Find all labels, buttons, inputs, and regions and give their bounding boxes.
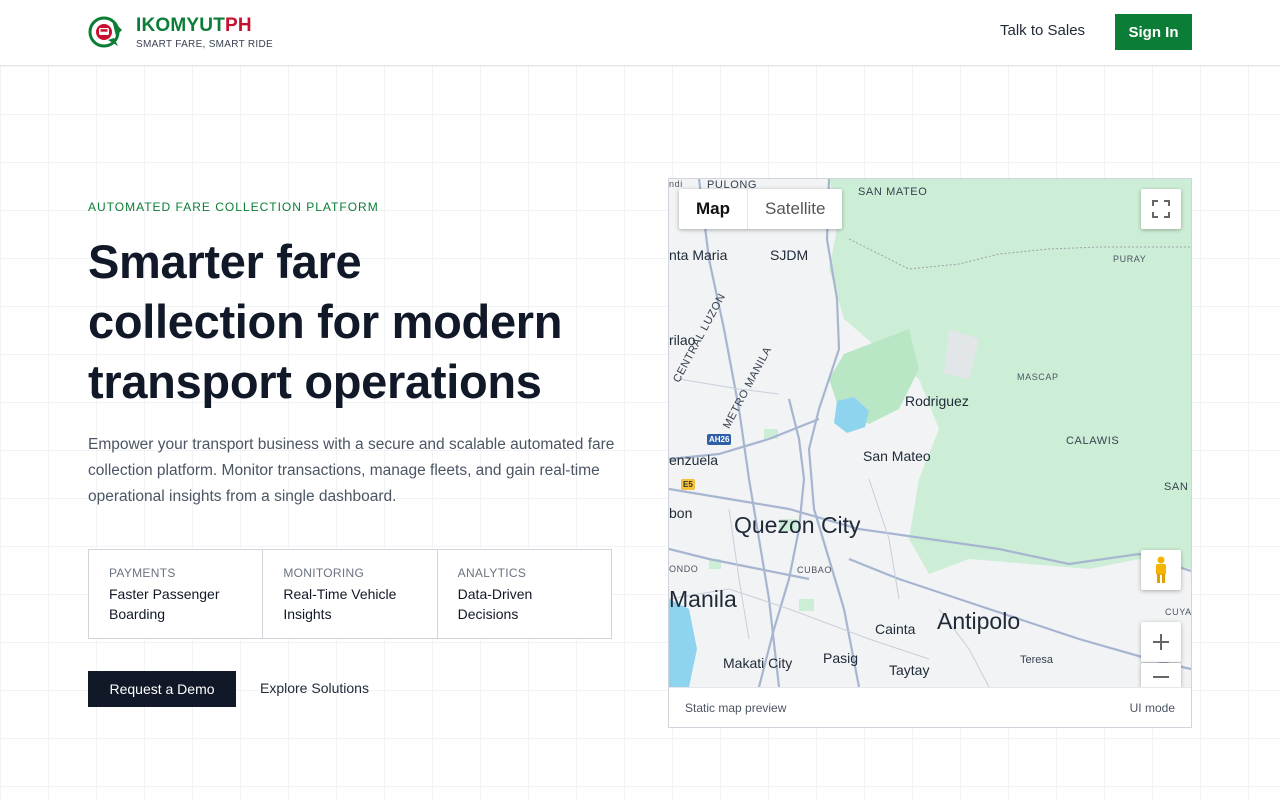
hero-headline: Smarter fare collection for modern trans… xyxy=(88,232,628,412)
map-label-sjdm: SJDM xyxy=(770,247,809,263)
brand-logo[interactable]: IKOMYUTPH SMART FARE, SMART RIDE xyxy=(88,14,273,50)
headline-line-1: Smarter fare xyxy=(88,235,362,288)
highway-shield-e5: E5 xyxy=(681,479,695,490)
map-label-teresa: Teresa xyxy=(1020,654,1054,666)
brand-name-secondary: PH xyxy=(225,14,252,36)
sign-in-button[interactable]: Sign In xyxy=(1115,14,1192,50)
site-header: IKOMYUTPH SMART FARE, SMART RIDE Talk to… xyxy=(0,0,1280,66)
feature-card-analytics: ANALYTICS Data-Driven Decisions xyxy=(438,550,611,638)
map-label-cainta: Cainta xyxy=(875,621,916,637)
map-label-valenzuela: enzuela xyxy=(669,452,719,468)
map-view[interactable]: ndi PULONG SAN MATEO nta Maria SJDM PURA… xyxy=(669,179,1191,687)
map-label-marilao: rilao xyxy=(669,332,696,348)
zoom-out-button[interactable] xyxy=(1141,663,1181,687)
zoom-in-button[interactable] xyxy=(1141,622,1181,662)
map-label-pasig: Pasig xyxy=(823,650,859,666)
map-footer-caption: Static map preview xyxy=(685,701,787,715)
pegman-icon xyxy=(1156,556,1166,583)
map-label-ndi: ndi xyxy=(669,179,683,189)
map-label-cubao: CUBAO xyxy=(797,565,833,575)
map-label-quezon-city: Quezon City xyxy=(734,512,861,538)
feature-category: PAYMENTS xyxy=(109,566,176,580)
hero-eyebrow: AUTOMATED FARE COLLECTION PLATFORM xyxy=(88,200,379,214)
map-label-manila: Manila xyxy=(669,586,737,612)
brand-tagline: SMART FARE, SMART RIDE xyxy=(136,38,274,50)
map-label-mascap: MASCAP xyxy=(1017,372,1059,382)
logo-bus-icon xyxy=(88,16,122,48)
map-type-map[interactable]: Map xyxy=(679,189,747,229)
request-demo-button[interactable]: Request a Demo xyxy=(88,671,236,707)
street-view-button[interactable] xyxy=(1141,550,1181,590)
zoom-out-icon xyxy=(1153,676,1169,678)
fullscreen-icon xyxy=(1152,200,1170,218)
feature-category: MONITORING xyxy=(283,566,365,580)
brand-name: IKOMYUTPH xyxy=(136,15,273,37)
map-type-satellite[interactable]: Satellite xyxy=(747,189,842,229)
map-label-rodriguez: Rodriguez xyxy=(905,393,969,409)
map-label-cuya: CUYA xyxy=(1165,607,1191,617)
feature-card-payments: PAYMENTS Faster Passenger Boarding xyxy=(89,550,264,638)
feature-strip: PAYMENTS Faster Passenger Boarding MONIT… xyxy=(88,549,612,639)
map-label-malabon: bon xyxy=(669,505,693,521)
map-footer: Static map preview UI mode xyxy=(669,687,1191,727)
talk-to-sales-link[interactable]: Talk to Sales xyxy=(1000,22,1085,39)
map-footer-mode: UI mode xyxy=(1129,701,1175,715)
feature-title: Data-Driven Decisions xyxy=(457,586,533,622)
map-label-san-mateo: San Mateo xyxy=(863,448,931,464)
feature-category: ANALYTICS xyxy=(457,566,527,580)
feature-title: Faster Passenger Boarding xyxy=(109,586,220,622)
map-type-toggle: Map Satellite xyxy=(679,189,843,229)
map-card: ndi PULONG SAN MATEO nta Maria SJDM PURA… xyxy=(668,178,1192,728)
hero-description: Empower your transport business with a s… xyxy=(88,436,615,505)
map-label-taytay: Taytay xyxy=(889,662,930,678)
brand-name-primary: IKOMYUT xyxy=(136,14,226,36)
map-label-san-mateo-top: SAN MATEO xyxy=(858,186,928,198)
map-label-puray: PURAY xyxy=(1113,254,1147,264)
feature-card-monitoring: MONITORING Real-Time Vehicle Insights xyxy=(263,550,438,638)
headline-line-2: collection for modern xyxy=(88,295,563,348)
highway-shield-ah26: AH26 xyxy=(707,434,732,445)
fullscreen-button[interactable] xyxy=(1141,189,1181,229)
explore-solutions-link[interactable]: Explore Solutions xyxy=(260,680,369,696)
map-label-santa-maria: nta Maria xyxy=(669,247,728,263)
feature-title: Real-Time Vehicle Insights xyxy=(283,586,397,622)
zoom-in-icon xyxy=(1153,634,1169,650)
map-label-makati-city: Makati City xyxy=(723,655,793,671)
headline-line-3: transport operations xyxy=(88,355,542,408)
map-label-antipolo: Antipolo xyxy=(937,608,1021,634)
map-label-mondo: ONDO xyxy=(669,564,699,574)
map-label-calawis: CALAWIS xyxy=(1066,435,1120,447)
map-label-san-right: SAN xyxy=(1164,481,1189,493)
